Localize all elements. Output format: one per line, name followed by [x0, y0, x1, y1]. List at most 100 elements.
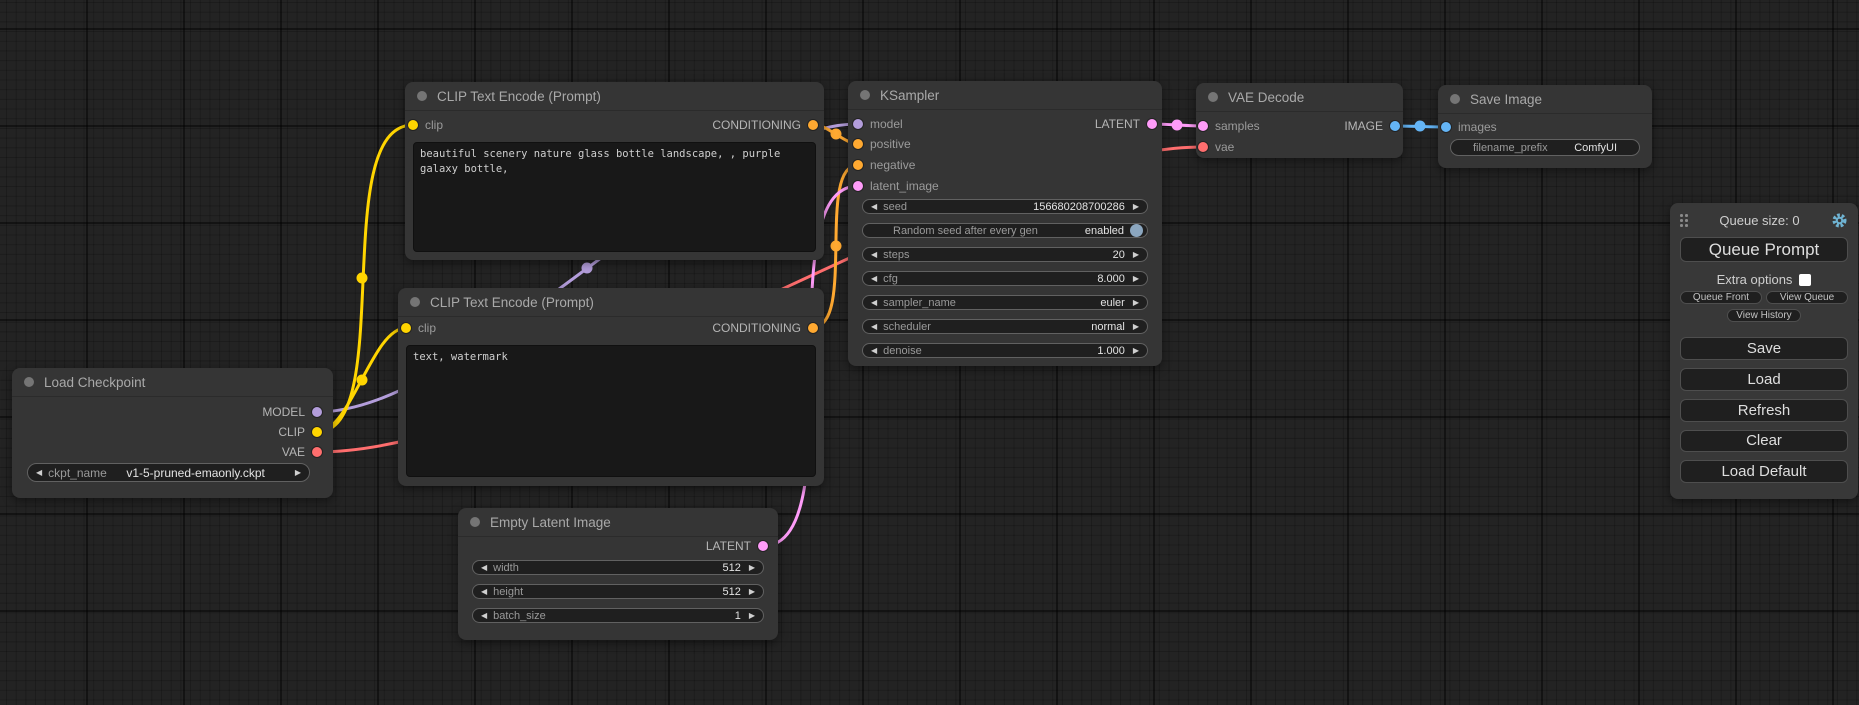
denoise-widget[interactable]: ◀ denoise 1.000 ▶ — [862, 343, 1148, 358]
node-header[interactable]: Load Checkpoint — [12, 368, 333, 397]
decrement-arrow-icon[interactable]: ◀ — [34, 469, 44, 477]
input-port-negative[interactable]: negative — [848, 155, 915, 175]
latent-port-dot[interactable] — [1198, 121, 1208, 131]
load-button[interactable]: Load — [1680, 368, 1848, 391]
decrement-arrow-icon[interactable]: ◀ — [869, 275, 879, 283]
clip-port-dot[interactable] — [408, 120, 418, 130]
vae-port-dot[interactable] — [312, 447, 322, 457]
conditioning-port-dot[interactable] — [853, 160, 863, 170]
increment-arrow-icon[interactable]: ▶ — [747, 588, 757, 596]
load-default-button[interactable]: Load Default — [1680, 460, 1848, 483]
node-save-image[interactable]: Save Image images filename_prefix ComfyU… — [1438, 85, 1652, 168]
filename-prefix-widget[interactable]: filename_prefix ComfyUI — [1450, 139, 1640, 156]
increment-arrow-icon[interactable]: ▶ — [1131, 275, 1141, 283]
output-port-model[interactable]: MODEL — [262, 402, 322, 422]
view-history-button[interactable]: View History — [1727, 309, 1800, 322]
height-widget[interactable]: ◀ height 512 ▶ — [472, 584, 764, 599]
node-header[interactable]: KSampler — [848, 81, 1162, 110]
clear-button[interactable]: Clear — [1680, 430, 1848, 453]
node-header[interactable]: Save Image — [1438, 85, 1652, 114]
batch-size-widget[interactable]: ◀ batch_size 1 ▶ — [472, 608, 764, 623]
increment-arrow-icon[interactable]: ▶ — [1131, 251, 1141, 259]
increment-arrow-icon[interactable]: ▶ — [1131, 203, 1141, 211]
positive-prompt-textarea[interactable]: beautiful scenery nature glass bottle la… — [413, 142, 816, 252]
output-port-vae[interactable]: VAE — [282, 442, 322, 462]
node-header[interactable]: Empty Latent Image — [458, 508, 778, 537]
input-port-positive[interactable]: positive — [848, 134, 911, 154]
seed-widget[interactable]: ◀ seed 156680208700286 ▶ — [862, 199, 1148, 214]
clip-port-dot[interactable] — [312, 427, 322, 437]
node-status-dot — [1450, 94, 1460, 104]
node-status-dot — [417, 91, 427, 101]
decrement-arrow-icon[interactable]: ◀ — [479, 564, 489, 572]
input-port-images[interactable]: images — [1438, 117, 1497, 137]
output-port-latent[interactable]: LATENT — [706, 536, 768, 556]
refresh-button[interactable]: Refresh — [1680, 399, 1848, 422]
scheduler-widget[interactable]: ◀ scheduler normal ▶ — [862, 319, 1148, 334]
increment-arrow-icon[interactable]: ▶ — [747, 564, 757, 572]
input-port-clip[interactable]: clip — [405, 115, 443, 135]
drag-handle-icon[interactable] — [1680, 214, 1688, 227]
decrement-arrow-icon[interactable]: ◀ — [479, 612, 489, 620]
increment-arrow-icon[interactable]: ▶ — [293, 469, 303, 477]
decrement-arrow-icon[interactable]: ◀ — [479, 588, 489, 596]
conditioning-port-dot[interactable] — [808, 120, 818, 130]
node-header[interactable]: CLIP Text Encode (Prompt) — [398, 288, 824, 317]
clip-port-dot[interactable] — [401, 323, 411, 333]
negative-prompt-textarea[interactable]: text, watermark — [406, 345, 816, 477]
input-port-latent-image[interactable]: latent_image — [848, 176, 939, 196]
vae-port-dot[interactable] — [1198, 142, 1208, 152]
output-port-conditioning[interactable]: CONDITIONING — [712, 115, 818, 135]
image-port-dot[interactable] — [1390, 121, 1400, 131]
queue-front-button[interactable]: Queue Front — [1680, 291, 1762, 304]
output-port-image[interactable]: IMAGE — [1344, 116, 1400, 136]
wire-midpoint-dot — [357, 273, 368, 284]
decrement-arrow-icon[interactable]: ◀ — [869, 203, 879, 211]
increment-arrow-icon[interactable]: ▶ — [1131, 347, 1141, 355]
width-widget[interactable]: ◀ width 512 ▶ — [472, 560, 764, 575]
sampler-name-widget[interactable]: ◀ sampler_name euler ▶ — [862, 295, 1148, 310]
output-port-clip[interactable]: CLIP — [278, 422, 322, 442]
node-clip-text-encode-negative[interactable]: CLIP Text Encode (Prompt) clip CONDITION… — [398, 288, 824, 486]
model-port-dot[interactable] — [853, 119, 863, 129]
decrement-arrow-icon[interactable]: ◀ — [869, 299, 879, 307]
steps-widget[interactable]: ◀ steps 20 ▶ — [862, 247, 1148, 262]
conditioning-port-dot[interactable] — [853, 139, 863, 149]
cfg-widget[interactable]: ◀ cfg 8.000 ▶ — [862, 271, 1148, 286]
input-port-samples[interactable]: samples — [1196, 116, 1260, 136]
node-empty-latent-image[interactable]: Empty Latent Image LATENT ◀ width 512 ▶ … — [458, 508, 778, 640]
input-port-model[interactable]: model — [848, 114, 903, 134]
node-load-checkpoint[interactable]: Load Checkpoint MODEL CLIP VAE ◀ ckpt_na… — [12, 368, 333, 498]
decrement-arrow-icon[interactable]: ◀ — [869, 323, 879, 331]
output-port-latent[interactable]: LATENT — [1095, 114, 1157, 134]
output-port-conditioning[interactable]: CONDITIONING — [712, 318, 818, 338]
extra-options-checkbox[interactable] — [1799, 274, 1811, 286]
latent-port-dot[interactable] — [1147, 119, 1157, 129]
increment-arrow-icon[interactable]: ▶ — [1131, 323, 1141, 331]
increment-arrow-icon[interactable]: ▶ — [1131, 299, 1141, 307]
latent-port-dot[interactable] — [758, 541, 768, 551]
node-header[interactable]: CLIP Text Encode (Prompt) — [405, 82, 824, 111]
wire-midpoint-dot — [582, 263, 593, 274]
increment-arrow-icon[interactable]: ▶ — [747, 612, 757, 620]
decrement-arrow-icon[interactable]: ◀ — [869, 347, 879, 355]
input-port-clip[interactable]: clip — [398, 318, 436, 338]
save-button[interactable]: Save — [1680, 337, 1848, 360]
queue-menu-panel: Queue size: 0 Queue Prompt Extra options… — [1670, 203, 1858, 499]
settings-gear-icon[interactable] — [1831, 212, 1848, 229]
random-seed-widget[interactable]: Random seed after every gen enabled — [862, 223, 1148, 238]
ckpt-name-widget[interactable]: ◀ ckpt_name v1-5-pruned-emaonly.ckpt ▶ — [27, 463, 310, 482]
node-header[interactable]: VAE Decode — [1196, 83, 1403, 112]
queue-prompt-button[interactable]: Queue Prompt — [1680, 237, 1848, 263]
enabled-toggle[interactable] — [1130, 224, 1143, 237]
node-vae-decode[interactable]: VAE Decode samples vae IMAGE — [1196, 83, 1403, 158]
latent-port-dot[interactable] — [853, 181, 863, 191]
node-ksampler[interactable]: KSampler model positive negative latent_… — [848, 81, 1162, 366]
image-port-dot[interactable] — [1441, 122, 1451, 132]
input-port-vae[interactable]: vae — [1196, 137, 1234, 157]
model-port-dot[interactable] — [312, 407, 322, 417]
view-queue-button[interactable]: View Queue — [1766, 291, 1848, 304]
conditioning-port-dot[interactable] — [808, 323, 818, 333]
node-clip-text-encode-positive[interactable]: CLIP Text Encode (Prompt) clip CONDITION… — [405, 82, 824, 260]
decrement-arrow-icon[interactable]: ◀ — [869, 251, 879, 259]
